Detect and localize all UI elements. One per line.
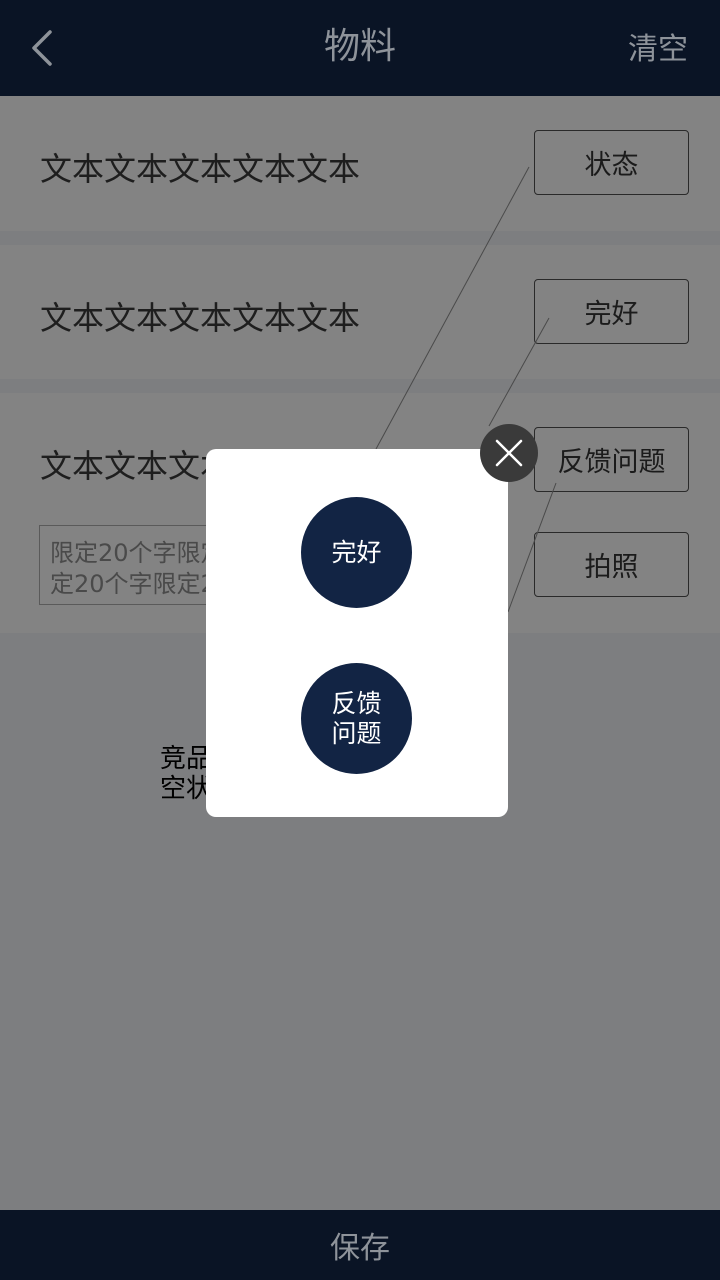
competitor-empty-text: 竞品 空状 (160, 744, 213, 804)
page-title: 物料 (323, 26, 396, 67)
intact-button[interactable]: 完好 (534, 279, 689, 344)
status-picker-dialog: 完好 反馈 问题 (206, 449, 508, 817)
list-item: 文本文本文本文本文本 状态 (0, 96, 720, 231)
list-item: 文本文本文本文本文本 完好 (0, 245, 720, 379)
row-label: 文本文本文本文本文本 (40, 150, 361, 188)
row-label: 文本文本文本文本文本 (40, 299, 361, 337)
feedback-issue-button[interactable]: 反馈问题 (534, 427, 689, 492)
close-icon (495, 439, 523, 467)
clear-button[interactable]: 清空 (628, 30, 688, 70)
option-feedback-button[interactable]: 反馈 问题 (301, 663, 412, 774)
option-intact-button[interactable]: 完好 (301, 497, 412, 608)
save-label: 保存 (330, 1231, 390, 1266)
take-photo-button[interactable]: 拍照 (534, 532, 689, 597)
top-nav-bar: 物料 清空 (0, 0, 720, 96)
status-button[interactable]: 状态 (534, 130, 689, 195)
save-button[interactable]: 保存 (0, 1210, 720, 1280)
close-dialog-button[interactable] (480, 424, 538, 482)
